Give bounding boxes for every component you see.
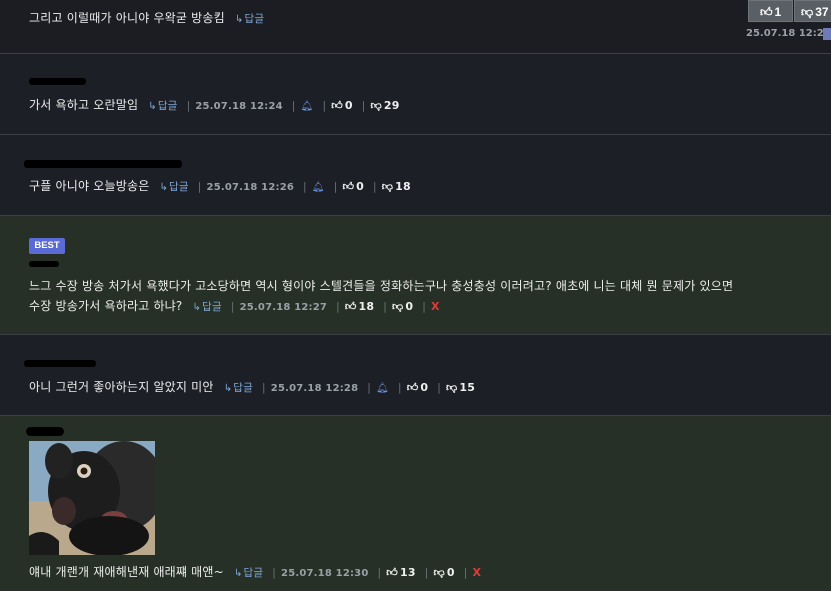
comment-text: 구플 아니야 오늘방송은 <box>29 179 150 193</box>
redacted-username <box>26 427 64 436</box>
bell-icon[interactable]: 🔔︎ <box>301 101 314 112</box>
redacted-username <box>24 160 182 168</box>
thumbs-down-icon: 👎︎ <box>801 5 814 19</box>
reply-button[interactable]: ↳답글 <box>235 13 264 25</box>
comment-text-line1: 느그 수장 방송 처가서 욕했다가 고소당하면 역시 형이야 스텔견들을 정화하… <box>29 279 734 293</box>
comment-text: 그리고 이럴때가 아니야 우왁굳 방송킴 <box>29 11 225 25</box>
best-badge: BEST <box>29 238 65 254</box>
delete-button[interactable]: X <box>472 566 481 579</box>
delete-button[interactable]: X <box>431 300 440 313</box>
comment-text: 아니 그런거 좋아하는지 알았지 미안 <box>29 380 214 394</box>
comment-date: 25.07.18 12:23 <box>746 28 831 39</box>
like-button[interactable]: 👍︎ 18 <box>345 300 374 313</box>
comment-row <box>0 335 831 415</box>
reply-button[interactable]: ↳답글 <box>234 567 263 579</box>
thumbs-down-icon: 👎︎ <box>381 180 394 193</box>
dislike-button[interactable]: 👎︎ 0 <box>392 300 413 313</box>
reply-button[interactable]: ↳답글 <box>159 181 188 193</box>
comment-date: 25.07.18 12:27 <box>239 302 328 313</box>
thumbs-up-icon: 👍︎ <box>344 300 357 313</box>
comment-text: 얘내 개랜개 재애해낸재 애래쨰 매앤~ <box>29 565 224 579</box>
comment-top <box>0 0 831 53</box>
dislike-button[interactable]: 👎︎ 0 <box>433 566 454 579</box>
comment-top-body: 그리고 이럴때가 아니야 우왁굳 방송킴 ↳답글 <box>29 9 264 26</box>
reply-arrow-icon: ↳ <box>148 101 157 112</box>
comment-image[interactable] <box>29 441 155 555</box>
dog-photo <box>29 441 155 555</box>
reply-button[interactable]: ↳답글 <box>193 301 222 313</box>
comment-row <box>0 54 831 134</box>
like-button[interactable]: 👍︎ 13 <box>386 566 415 579</box>
comment-date: 25.07.18 12:24 <box>195 101 283 112</box>
comment-body: 얘내 개랜개 재애해낸재 애래쨰 매앤~ ↳답글 | 25.07.18 12:30… <box>29 565 482 579</box>
thumbs-up-icon: 👍︎ <box>342 180 355 193</box>
comment-body: 수장 방송가서 욕하라고 하냐? ↳답글 | 25.07.18 12:27 | 👍︎… <box>29 299 440 313</box>
bell-icon[interactable]: 🔔︎ <box>376 383 389 394</box>
scroll-indicator <box>823 28 831 40</box>
thumbs-down-icon: 👎︎ <box>446 381 458 394</box>
thumbs-down-icon: 👎︎ <box>370 99 382 112</box>
dislike-button[interactable]: 👎︎ 15 <box>446 381 475 394</box>
comment-body: 아니 그런거 좋아하는지 알았지 미안 ↳답글 | 25.07.18 12:28 … <box>29 380 476 394</box>
like-button[interactable]: 👍︎ 0 <box>342 180 364 193</box>
reply-arrow-icon: ↳ <box>223 383 233 394</box>
like-button[interactable]: 👍︎ 1 <box>748 0 793 22</box>
comment-date: 25.07.18 12:30 <box>281 568 369 579</box>
reply-arrow-icon: ↳ <box>234 14 244 25</box>
dislike-button[interactable]: 👎︎ 18 <box>382 180 411 193</box>
best-comment-row <box>0 216 831 334</box>
reply-arrow-icon: ↳ <box>192 302 202 313</box>
reply-arrow-icon: ↳ <box>159 182 169 193</box>
comment-text: 가서 욕하고 오란말임 <box>29 98 139 112</box>
comment-date: 25.07.18 12:26 <box>206 182 295 193</box>
redacted-username <box>29 78 86 85</box>
reply-button[interactable]: ↳답글 <box>224 382 253 394</box>
reply-button[interactable]: ↳답글 <box>148 100 177 112</box>
comment-row <box>0 135 831 215</box>
reply-arrow-icon: ↳ <box>233 568 243 579</box>
thumbs-up-icon: 👍︎ <box>406 381 419 394</box>
thumbs-up-icon: 👍︎ <box>386 566 398 579</box>
redacted-username <box>29 261 59 267</box>
like-button[interactable]: 👍︎ 0 <box>331 99 353 112</box>
comment-text-line2: 수장 방송가서 욕하라고 하냐? <box>29 299 183 313</box>
dislike-button[interactable]: 👎︎ 37 <box>794 0 831 22</box>
comment-date: 25.07.18 12:28 <box>270 383 359 394</box>
thumbs-up-icon: 👍︎ <box>331 99 343 112</box>
thumbs-down-icon: 👎︎ <box>433 566 445 579</box>
like-button[interactable]: 👍︎ 0 <box>407 381 429 394</box>
thumbs-down-icon: 👎︎ <box>392 300 404 313</box>
redacted-username <box>24 360 96 367</box>
dislike-button[interactable]: 👎︎ 29 <box>371 99 400 112</box>
bell-icon[interactable]: 🔔︎ <box>312 182 325 193</box>
thumbs-up-icon: 👍︎ <box>760 5 773 19</box>
comment-body: 가서 욕하고 오란말임 ↳답글 | 25.07.18 12:24 | 🔔︎ | 👍︎ 0… <box>29 98 400 112</box>
comment-body: 구플 아니야 오늘방송은 ↳답글 | 25.07.18 12:26 | 🔔︎ | 👍︎… <box>29 179 411 193</box>
